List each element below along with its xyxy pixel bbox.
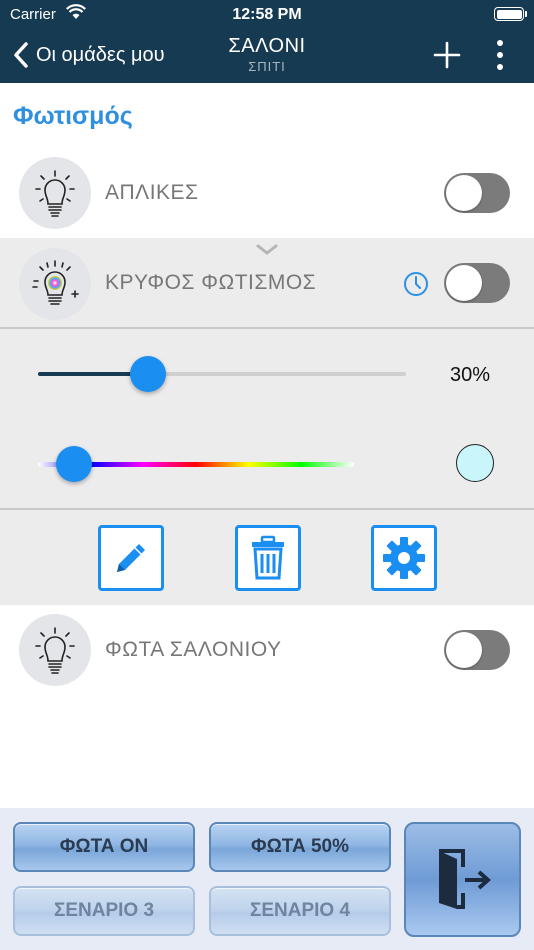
brightness-value: 30% — [450, 364, 491, 386]
battery-icon — [494, 7, 527, 21]
selected-color-swatch — [456, 444, 494, 482]
app-header: Carrier 12:58 PM Οι ομάδες μου ΣΑΛΟΝΙ ΣΠ… — [0, 0, 534, 83]
device-icon — [19, 614, 91, 686]
device-toggle[interactable] — [444, 630, 510, 670]
back-button[interactable]: Οι ομάδες μου — [12, 40, 165, 70]
exit-button[interactable] — [404, 822, 521, 937]
scene-button-4[interactable]: ΣΕΝΑΡΙΟ 4 — [209, 886, 391, 936]
slider-thumb[interactable] — [130, 356, 167, 392]
brightness-slider[interactable] — [38, 354, 406, 394]
device-label: ΑΠΛΙΚΕΣ — [105, 181, 199, 204]
scene-button-lights-50[interactable]: ΦΩΤΑ 50% — [209, 822, 391, 872]
edit-button[interactable] — [98, 525, 164, 591]
clock-icon[interactable] — [403, 271, 429, 297]
trash-icon — [252, 535, 284, 580]
exit-door-icon — [438, 848, 491, 909]
device-toggle[interactable] — [444, 173, 510, 213]
pencil-icon — [117, 544, 145, 572]
gear-icon — [383, 537, 425, 579]
section-title: Φωτισμός — [13, 102, 133, 130]
chevron-down-icon[interactable] — [256, 244, 278, 256]
expanded-device-panel: ΚΡΥΦΟΣ ΦΩΤΙΣΜΟΣ 30% — [0, 238, 534, 605]
toggle-knob — [446, 632, 482, 668]
back-chevron-icon — [14, 42, 28, 68]
divider — [0, 508, 534, 510]
clock-time: 12:58 PM — [232, 6, 302, 23]
more-vertical-icon[interactable] — [488, 39, 512, 71]
back-label: Οι ομάδες μου — [36, 43, 165, 66]
device-icon — [19, 157, 91, 229]
rgb-lightbulb-icon — [32, 260, 79, 305]
color-slider[interactable] — [38, 444, 354, 484]
device-row-aplikes: ΑΠΛΙΚΕΣ — [0, 157, 534, 229]
device-label: ΦΩΤΑ ΣΑΛΟΝΙΟΥ — [105, 638, 282, 661]
lightbulb-icon — [35, 627, 75, 674]
scene-button-3[interactable]: ΣΕΝΑΡΙΟ 3 — [13, 886, 195, 936]
device-toggle[interactable] — [444, 263, 510, 303]
slider-thumb[interactable] — [55, 446, 92, 482]
device-row-fota-saloniou: ΦΩΤΑ ΣΑΛΟΝΙΟΥ — [0, 614, 534, 686]
device-icon — [19, 248, 91, 320]
toggle-knob — [446, 265, 482, 301]
lightbulb-icon — [35, 170, 75, 217]
scene-button-lights-on[interactable]: ΦΩΤΑ ON — [13, 822, 195, 872]
status-bar: Carrier 12:58 PM — [0, 0, 534, 30]
plus-icon[interactable] — [433, 41, 461, 69]
settings-button[interactable] — [371, 525, 437, 591]
toggle-knob — [446, 175, 482, 211]
divider — [0, 327, 534, 329]
device-label: ΚΡΥΦΟΣ ΦΩΤΙΣΜΟΣ — [105, 271, 317, 294]
delete-button[interactable] — [235, 525, 301, 591]
